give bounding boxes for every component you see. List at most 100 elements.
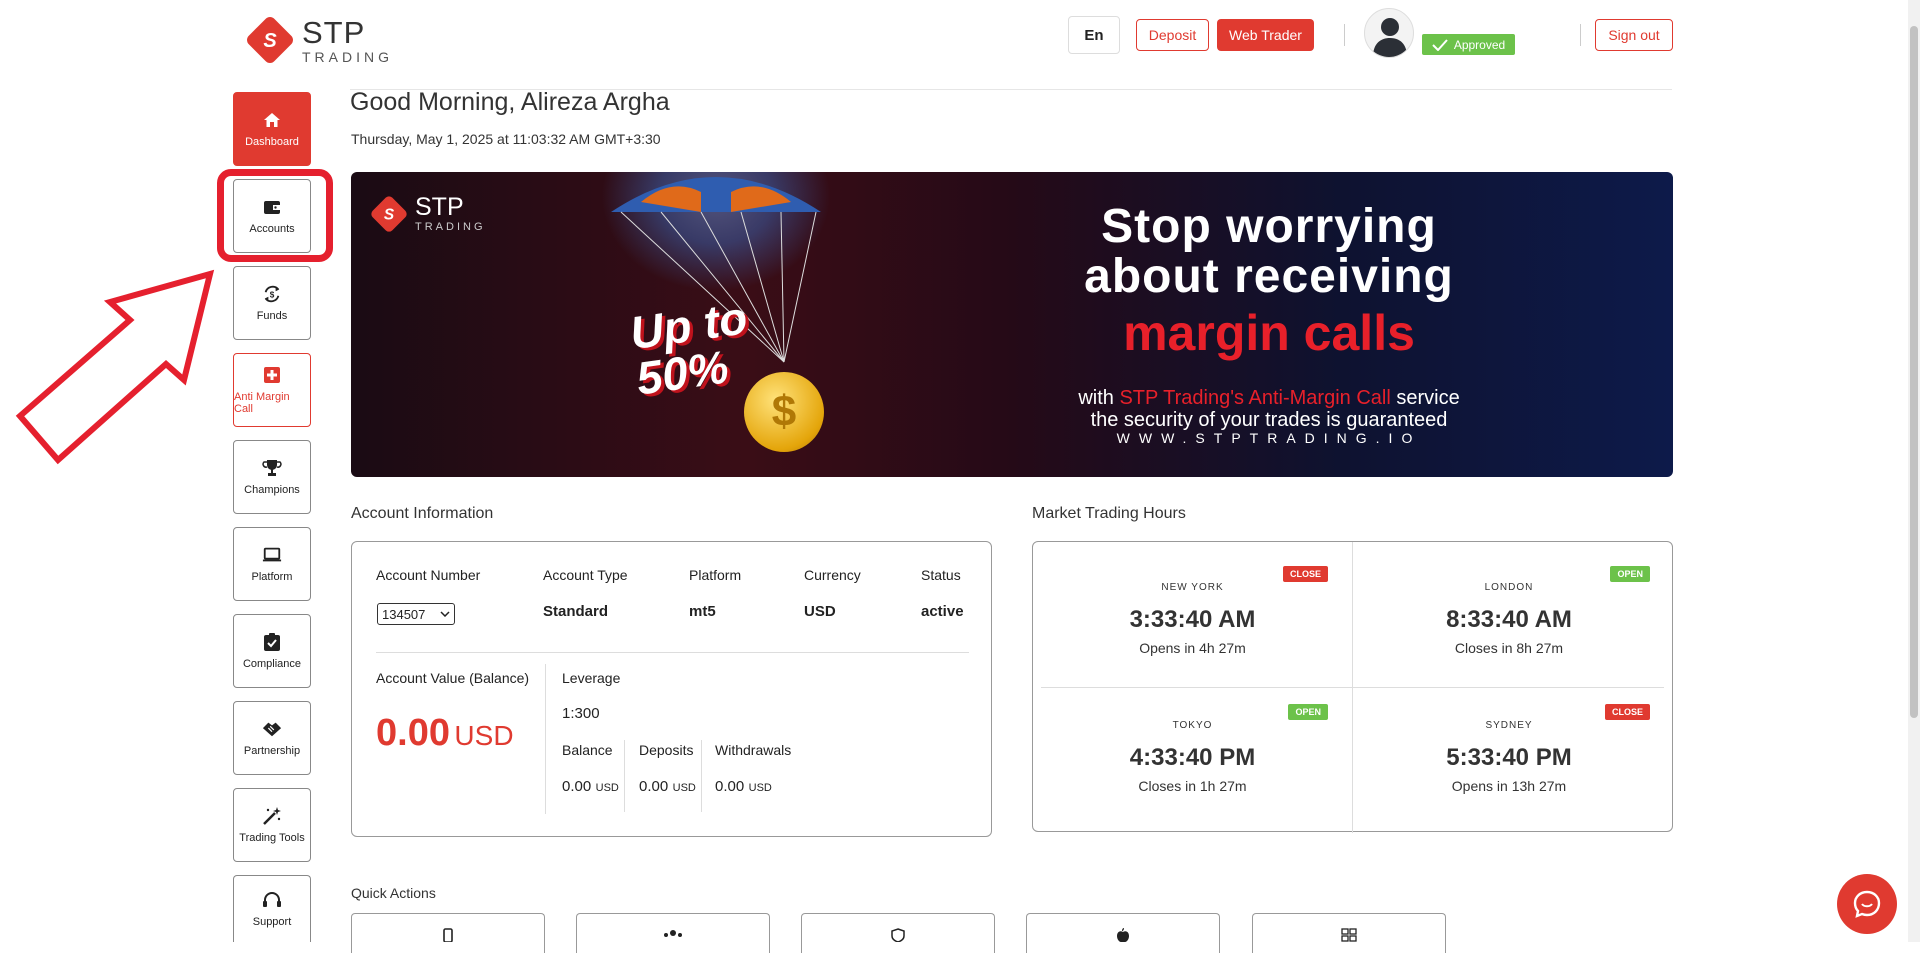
quick-action-users[interactable] xyxy=(576,913,770,953)
city-note: Closes in 8h 27m xyxy=(1454,640,1564,656)
account-value-label: Account Value (Balance) xyxy=(376,670,530,686)
header-account-number: Account Number xyxy=(376,567,481,583)
sidebar-item-trading-tools[interactable]: Trading Tools xyxy=(233,788,311,862)
banner-headline-accent: margin calls xyxy=(1123,305,1415,361)
handshake-icon xyxy=(262,719,282,739)
current-date: Thursday, May 1, 2025 at 11:03:32 AM GMT… xyxy=(351,131,661,147)
stp-logo-icon: S xyxy=(371,196,407,232)
sidebar-item-label: Platform xyxy=(251,571,293,583)
mobile-icon xyxy=(443,928,453,942)
sidebar-item-platform[interactable]: Platform xyxy=(233,527,311,601)
market-hours-card: CLOSE NEW YORK 3:33:40 AM Opens in 4h 27… xyxy=(1032,541,1674,833)
banner-body: with STP Trading's Anti-Margin Call serv… xyxy=(1059,387,1479,431)
sidebar-item-champions[interactable]: Champions xyxy=(233,440,311,514)
status-badge: Approved xyxy=(1422,34,1515,55)
promo-percent: Up to 50% xyxy=(627,291,756,404)
web-trader-button[interactable]: Web Trader xyxy=(1217,19,1314,51)
body-pre: with xyxy=(1078,387,1120,409)
user-silhouette-icon xyxy=(1373,18,1407,57)
leverage-value: 1:300 xyxy=(562,705,600,722)
city-time: 5:33:40 PM xyxy=(1446,744,1572,771)
withdrawals-value: 0.00 USD xyxy=(715,778,772,796)
clipboard-check-icon xyxy=(262,632,282,652)
sidebar-item-partnership[interactable]: Partnership xyxy=(233,701,311,775)
market-city-new-york: CLOSE NEW YORK 3:33:40 AM Opens in 4h 27… xyxy=(1033,542,1352,687)
sidebar-item-label: Partnership xyxy=(243,745,301,757)
sidebar-item-label: Support xyxy=(252,916,292,928)
market-hours-title: Market Trading Hours xyxy=(1032,505,1186,522)
platform-value: mt5 xyxy=(689,603,716,620)
brand-sub: TRADING xyxy=(302,48,393,65)
city-note: Closes in 1h 27m xyxy=(1138,778,1247,794)
status-value: active xyxy=(921,603,964,620)
sidebar-item-compliance[interactable]: Compliance xyxy=(233,614,311,688)
funds-exchange-icon: $ xyxy=(262,284,282,304)
account-number-select[interactable]: 134507 xyxy=(377,603,455,625)
sidebar-item-label: Compliance xyxy=(242,658,302,670)
brand-logo[interactable]: S STP TRADING xyxy=(244,14,393,66)
chat-launcher-button[interactable] xyxy=(1837,874,1897,934)
sidebar-item-dashboard[interactable]: Dashboard xyxy=(233,92,311,166)
check-icon xyxy=(1432,38,1448,51)
quick-action-shield[interactable] xyxy=(801,913,995,953)
svg-text:$: $ xyxy=(270,291,275,300)
city-time: 8:33:40 AM xyxy=(1446,606,1572,633)
deposits-label: Deposits xyxy=(639,742,694,758)
city-note: Opens in 4h 27m xyxy=(1139,640,1246,656)
banner-url: WWW.STPTRADING.IO xyxy=(1116,430,1422,446)
windows-icon xyxy=(1341,928,1357,942)
balance-unit: USD xyxy=(595,782,619,794)
stp-logo-icon: S xyxy=(247,17,293,63)
chat-bubble-icon xyxy=(1853,890,1881,918)
sidebar-item-label: Trading Tools xyxy=(239,832,305,844)
headline-line-2: about receiving xyxy=(1084,250,1454,303)
withdrawals-unit: USD xyxy=(748,782,772,794)
deposits-amount: 0.00 xyxy=(639,778,669,795)
account-value-amount: 0.00 xyxy=(376,712,450,754)
market-city-tokyo: OPEN TOKYO 4:33:40 PM Closes in 1h 27m xyxy=(1033,688,1352,833)
scrollbar-thumb[interactable] xyxy=(1910,26,1918,718)
trophy-icon xyxy=(262,458,282,478)
market-city-london: OPEN LONDON 8:33:40 AM Closes in 8h 27m xyxy=(1353,542,1674,687)
quick-action-apple[interactable] xyxy=(1026,913,1220,953)
withdrawals-label: Withdrawals xyxy=(715,742,792,758)
market-city-sydney: CLOSE SYDNEY 5:33:40 PM Opens in 13h 27m xyxy=(1353,688,1674,833)
banner-brand: STP xyxy=(415,193,464,221)
col-divider-1 xyxy=(624,740,625,812)
sidebar-item-funds[interactable]: $ Funds xyxy=(233,266,311,340)
sidebar-item-label: Anti Margin Call xyxy=(234,391,290,415)
currency-value: USD xyxy=(804,603,836,620)
body-highlight: STP Trading's Anti-Margin Call xyxy=(1119,387,1391,409)
promo-banner[interactable]: S STP TRADING Up to 50% $ Stop worrying … xyxy=(351,172,1673,477)
card-vdivider xyxy=(545,664,546,814)
header-status: Status xyxy=(921,567,961,583)
sidebar-item-anti-margin-call[interactable]: Anti Margin Call xyxy=(233,353,311,427)
quick-action-mobile[interactable] xyxy=(351,913,545,953)
quick-action-windows[interactable] xyxy=(1252,913,1446,953)
banner-brand-sub: TRADING xyxy=(415,221,486,233)
header-currency: Currency xyxy=(804,567,861,583)
sidebar-item-support[interactable]: Support xyxy=(233,875,311,942)
shield-icon xyxy=(891,928,905,942)
headset-icon xyxy=(262,890,282,910)
banner-headline: Stop worrying about receiving xyxy=(1059,202,1479,302)
quick-actions-title: Quick Actions xyxy=(351,885,436,901)
users-icon xyxy=(664,930,682,937)
sidebar-item-label: Funds xyxy=(256,310,288,322)
card-divider xyxy=(376,652,969,653)
account-number-value: 134507 xyxy=(382,606,426,622)
sign-out-button[interactable]: Sign out xyxy=(1595,19,1673,51)
dollar-coin-icon: $ xyxy=(744,372,824,452)
city-time: 3:33:40 AM xyxy=(1129,606,1256,633)
city-name: LONDON xyxy=(1484,582,1534,593)
laptop-icon xyxy=(262,545,282,565)
deposit-button[interactable]: Deposit xyxy=(1136,19,1209,51)
chevron-down-icon xyxy=(440,611,450,617)
brand-name: STP xyxy=(302,14,366,50)
city-name: NEW YORK xyxy=(1161,582,1224,593)
status-badge: CLOSE xyxy=(1282,566,1328,582)
city-note: Opens in 13h 27m xyxy=(1451,778,1567,794)
balance-label: Balance xyxy=(562,742,613,758)
language-button[interactable]: En xyxy=(1068,16,1120,54)
avatar[interactable] xyxy=(1364,8,1414,58)
